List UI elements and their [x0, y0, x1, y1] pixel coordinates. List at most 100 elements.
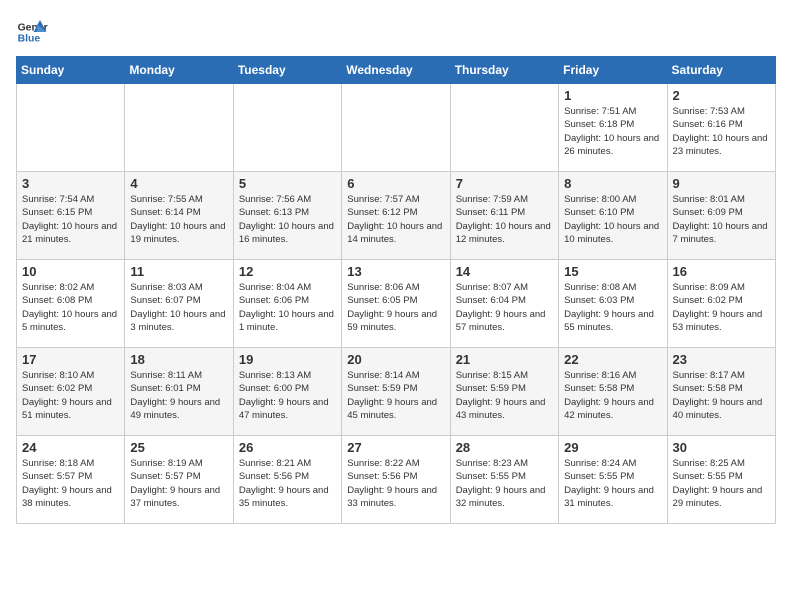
- day-number: 20: [347, 352, 444, 367]
- day-info: Sunrise: 7:54 AMSunset: 6:15 PMDaylight:…: [22, 193, 119, 246]
- week-row-2: 3 Sunrise: 7:54 AMSunset: 6:15 PMDaylight…: [17, 172, 776, 260]
- day-number: 9: [673, 176, 770, 191]
- day-info: Sunrise: 7:59 AMSunset: 6:11 PMDaylight:…: [456, 193, 553, 246]
- day-cell: 3 Sunrise: 7:54 AMSunset: 6:15 PMDaylight…: [17, 172, 125, 260]
- day-info: Sunrise: 8:24 AMSunset: 5:55 PMDaylight:…: [564, 457, 661, 510]
- day-info: Sunrise: 8:18 AMSunset: 5:57 PMDaylight:…: [22, 457, 119, 510]
- day-cell: 20 Sunrise: 8:14 AMSunset: 5:59 PMDayligh…: [342, 348, 450, 436]
- day-number: 2: [673, 88, 770, 103]
- day-number: 25: [130, 440, 227, 455]
- day-cell: 11Sunrise: 8:03 AMSunset: 6:07 PMDayligh…: [125, 260, 233, 348]
- day-cell: 27Sunrise: 8:22 AMSunset: 5:56 PMDayligh…: [342, 436, 450, 524]
- day-info: Sunrise: 8:02 AMSunset: 6:08 PMDaylight:…: [22, 281, 119, 334]
- day-number: 14: [456, 264, 553, 279]
- day-number: 27: [347, 440, 444, 455]
- day-info: Sunrise: 8:16 AMSunset: 5:58 PMDaylight:…: [564, 369, 661, 422]
- calendar-header-row: SundayMondayTuesdayWednesdayThursdayFrid…: [17, 57, 776, 84]
- day-info: Sunrise: 8:19 AMSunset: 5:57 PMDaylight:…: [130, 457, 227, 510]
- day-cell: [17, 84, 125, 172]
- day-info: Sunrise: 8:11 AMSunset: 6:01 PMDaylight:…: [130, 369, 227, 422]
- day-cell: 6 Sunrise: 7:57 AMSunset: 6:12 PMDaylight…: [342, 172, 450, 260]
- day-number: 29: [564, 440, 661, 455]
- day-info: Sunrise: 8:03 AMSunset: 6:07 PMDaylight:…: [130, 281, 227, 334]
- day-cell: 13 Sunrise: 8:06 AMSunset: 6:05 PMDayligh…: [342, 260, 450, 348]
- day-cell: 24 Sunrise: 8:18 AMSunset: 5:57 PMDayligh…: [17, 436, 125, 524]
- day-number: 10: [22, 264, 119, 279]
- day-number: 24: [22, 440, 119, 455]
- day-cell: 19 Sunrise: 8:13 AMSunset: 6:00 PMDayligh…: [233, 348, 341, 436]
- day-cell: 16 Sunrise: 8:09 AMSunset: 6:02 PMDayligh…: [667, 260, 775, 348]
- day-cell: 21Sunrise: 8:15 AMSunset: 5:59 PMDayligh…: [450, 348, 558, 436]
- col-header-wednesday: Wednesday: [342, 57, 450, 84]
- day-cell: 30 Sunrise: 8:25 AMSunset: 5:55 PMDayligh…: [667, 436, 775, 524]
- day-cell: 14Sunrise: 8:07 AMSunset: 6:04 PMDayligh…: [450, 260, 558, 348]
- header: General Blue: [16, 16, 776, 48]
- day-cell: 15 Sunrise: 8:08 AMSunset: 6:03 PMDayligh…: [559, 260, 667, 348]
- col-header-tuesday: Tuesday: [233, 57, 341, 84]
- day-cell: 25 Sunrise: 8:19 AMSunset: 5:57 PMDayligh…: [125, 436, 233, 524]
- day-cell: 5 Sunrise: 7:56 AMSunset: 6:13 PMDaylight…: [233, 172, 341, 260]
- day-cell: 12Sunrise: 8:04 AMSunset: 6:06 PMDayligh…: [233, 260, 341, 348]
- day-number: 5: [239, 176, 336, 191]
- day-number: 16: [673, 264, 770, 279]
- day-info: Sunrise: 7:53 AMSunset: 6:16 PMDaylight:…: [673, 105, 770, 158]
- week-row-3: 10 Sunrise: 8:02 AMSunset: 6:08 PMDayligh…: [17, 260, 776, 348]
- day-number: 6: [347, 176, 444, 191]
- day-number: 7: [456, 176, 553, 191]
- col-header-saturday: Saturday: [667, 57, 775, 84]
- day-cell: 2 Sunrise: 7:53 AMSunset: 6:16 PMDaylight…: [667, 84, 775, 172]
- day-info: Sunrise: 8:08 AMSunset: 6:03 PMDaylight:…: [564, 281, 661, 334]
- week-row-4: 17Sunrise: 8:10 AMSunset: 6:02 PMDayligh…: [17, 348, 776, 436]
- day-info: Sunrise: 8:01 AMSunset: 6:09 PMDaylight:…: [673, 193, 770, 246]
- day-cell: 28 Sunrise: 8:23 AMSunset: 5:55 PMDayligh…: [450, 436, 558, 524]
- day-number: 26: [239, 440, 336, 455]
- day-cell: 4 Sunrise: 7:55 AMSunset: 6:14 PMDaylight…: [125, 172, 233, 260]
- day-cell: [342, 84, 450, 172]
- day-info: Sunrise: 8:21 AMSunset: 5:56 PMDaylight:…: [239, 457, 336, 510]
- day-cell: 1Sunrise: 7:51 AMSunset: 6:18 PMDaylight…: [559, 84, 667, 172]
- day-number: 23: [673, 352, 770, 367]
- day-info: Sunrise: 8:17 AMSunset: 5:58 PMDaylight:…: [673, 369, 770, 422]
- day-number: 8: [564, 176, 661, 191]
- calendar-table: SundayMondayTuesdayWednesdayThursdayFrid…: [16, 56, 776, 524]
- day-number: 3: [22, 176, 119, 191]
- day-info: Sunrise: 8:04 AMSunset: 6:06 PMDaylight:…: [239, 281, 336, 334]
- day-cell: [125, 84, 233, 172]
- day-cell: [233, 84, 341, 172]
- day-info: Sunrise: 8:09 AMSunset: 6:02 PMDaylight:…: [673, 281, 770, 334]
- day-cell: 17Sunrise: 8:10 AMSunset: 6:02 PMDayligh…: [17, 348, 125, 436]
- day-info: Sunrise: 7:55 AMSunset: 6:14 PMDaylight:…: [130, 193, 227, 246]
- day-number: 30: [673, 440, 770, 455]
- day-info: Sunrise: 8:06 AMSunset: 6:05 PMDaylight:…: [347, 281, 444, 334]
- day-cell: 22 Sunrise: 8:16 AMSunset: 5:58 PMDayligh…: [559, 348, 667, 436]
- day-number: 19: [239, 352, 336, 367]
- day-cell: [450, 84, 558, 172]
- day-number: 4: [130, 176, 227, 191]
- col-header-sunday: Sunday: [17, 57, 125, 84]
- day-info: Sunrise: 8:25 AMSunset: 5:55 PMDaylight:…: [673, 457, 770, 510]
- day-info: Sunrise: 8:00 AMSunset: 6:10 PMDaylight:…: [564, 193, 661, 246]
- day-cell: 9 Sunrise: 8:01 AMSunset: 6:09 PMDaylight…: [667, 172, 775, 260]
- day-number: 13: [347, 264, 444, 279]
- day-cell: 10 Sunrise: 8:02 AMSunset: 6:08 PMDayligh…: [17, 260, 125, 348]
- day-number: 15: [564, 264, 661, 279]
- day-number: 28: [456, 440, 553, 455]
- week-row-5: 24 Sunrise: 8:18 AMSunset: 5:57 PMDayligh…: [17, 436, 776, 524]
- day-info: Sunrise: 7:57 AMSunset: 6:12 PMDaylight:…: [347, 193, 444, 246]
- day-info: Sunrise: 8:10 AMSunset: 6:02 PMDaylight:…: [22, 369, 119, 422]
- logo-icon: General Blue: [16, 16, 48, 48]
- day-cell: 23 Sunrise: 8:17 AMSunset: 5:58 PMDayligh…: [667, 348, 775, 436]
- day-info: Sunrise: 8:23 AMSunset: 5:55 PMDaylight:…: [456, 457, 553, 510]
- svg-text:Blue: Blue: [18, 34, 41, 45]
- day-number: 22: [564, 352, 661, 367]
- logo: General Blue: [16, 16, 50, 48]
- day-info: Sunrise: 8:13 AMSunset: 6:00 PMDaylight:…: [239, 369, 336, 422]
- day-cell: 29 Sunrise: 8:24 AMSunset: 5:55 PMDayligh…: [559, 436, 667, 524]
- day-cell: 8 Sunrise: 8:00 AMSunset: 6:10 PMDaylight…: [559, 172, 667, 260]
- day-info: Sunrise: 8:15 AMSunset: 5:59 PMDaylight:…: [456, 369, 553, 422]
- day-cell: 18Sunrise: 8:11 AMSunset: 6:01 PMDayligh…: [125, 348, 233, 436]
- week-row-1: 1Sunrise: 7:51 AMSunset: 6:18 PMDaylight…: [17, 84, 776, 172]
- day-info: Sunrise: 7:56 AMSunset: 6:13 PMDaylight:…: [239, 193, 336, 246]
- day-info: Sunrise: 8:14 AMSunset: 5:59 PMDaylight:…: [347, 369, 444, 422]
- col-header-thursday: Thursday: [450, 57, 558, 84]
